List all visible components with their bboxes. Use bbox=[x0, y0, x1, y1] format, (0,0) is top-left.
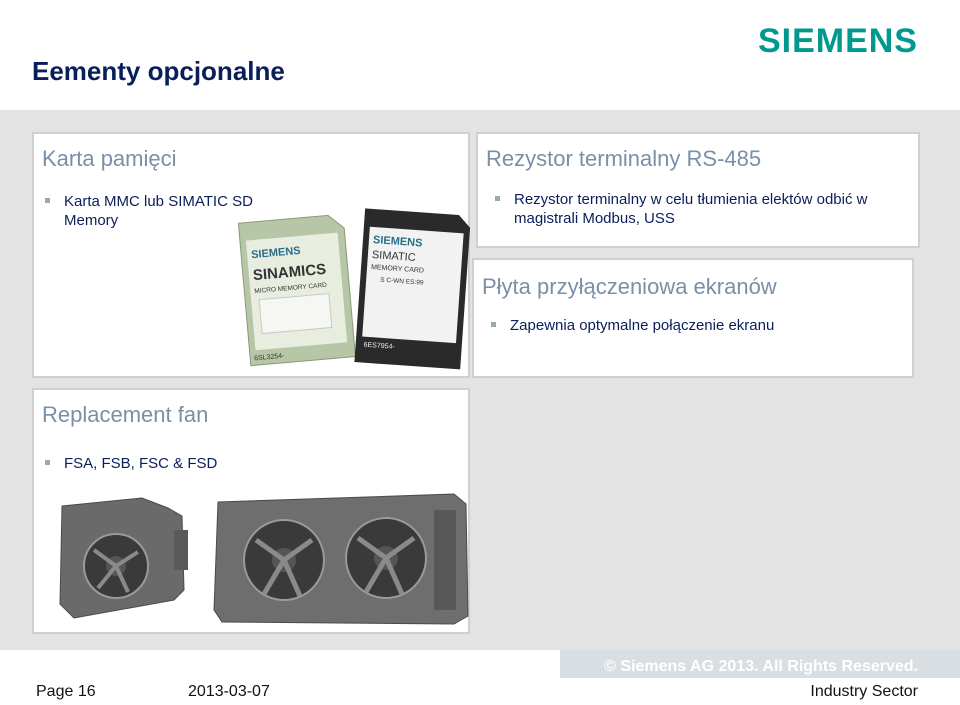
memory-card-panel: Karta pamięci Karta MMC lub SIMATIC SD M… bbox=[32, 132, 471, 378]
siemens-logo: SIEMENS bbox=[757, 22, 918, 60]
single-fan bbox=[59, 497, 188, 619]
memory-cards-image: SIEMENS SINAMICS MICRO MEMORY CARD 6SL32… bbox=[237, 208, 471, 370]
resistor-bullet-text: Rezystor terminalny w celu tłumienia ele… bbox=[514, 191, 868, 227]
industry-sector: Industry Sector bbox=[810, 683, 918, 700]
copyright-text: © Siemens AG 2013. All Rights Reserved. bbox=[604, 658, 918, 675]
footer-date: 2013-03-07 bbox=[188, 683, 270, 700]
resistor-title: Rezystor terminalny RS-485 bbox=[486, 146, 762, 171]
shield-bullet-text: Zapewnia optymalne połączenie ekranu bbox=[510, 317, 775, 334]
sinamics-card: SIEMENS SINAMICS MICRO MEMORY CARD 6SL32… bbox=[237, 214, 356, 367]
fan-image bbox=[59, 493, 469, 625]
shield-title: Płyta przyłączeniowa ekranów bbox=[482, 274, 777, 299]
page-title: Eementy opcjonalne bbox=[32, 56, 285, 86]
fan-panel: Replacement fan FSA, FSB, FSC & FSD bbox=[32, 388, 470, 634]
shield-panel: Płyta przyłączeniowa ekranów Zapewnia op… bbox=[472, 258, 914, 378]
bullet-square-icon bbox=[491, 322, 496, 327]
bullet-square-icon bbox=[495, 196, 500, 201]
page-number: Page 16 bbox=[36, 683, 96, 700]
slide-header: Eementy opcjonalne SIEMENS bbox=[0, 0, 960, 110]
simatic-card: SIEMENS SIMATIC MEMORY CARD S C-WN ES:99… bbox=[354, 208, 471, 370]
shield-bullet: Zapewnia optymalne połączenie ekranu bbox=[488, 316, 910, 335]
resistor-panel: Rezystor terminalny RS-485 Rezystor term… bbox=[476, 132, 920, 248]
double-fan bbox=[213, 493, 469, 625]
resistor-bullet: Rezystor terminalny w celu tłumienia ele… bbox=[492, 190, 914, 228]
slide-footer: © Siemens AG 2013. All Rights Reserved. … bbox=[0, 650, 960, 705]
